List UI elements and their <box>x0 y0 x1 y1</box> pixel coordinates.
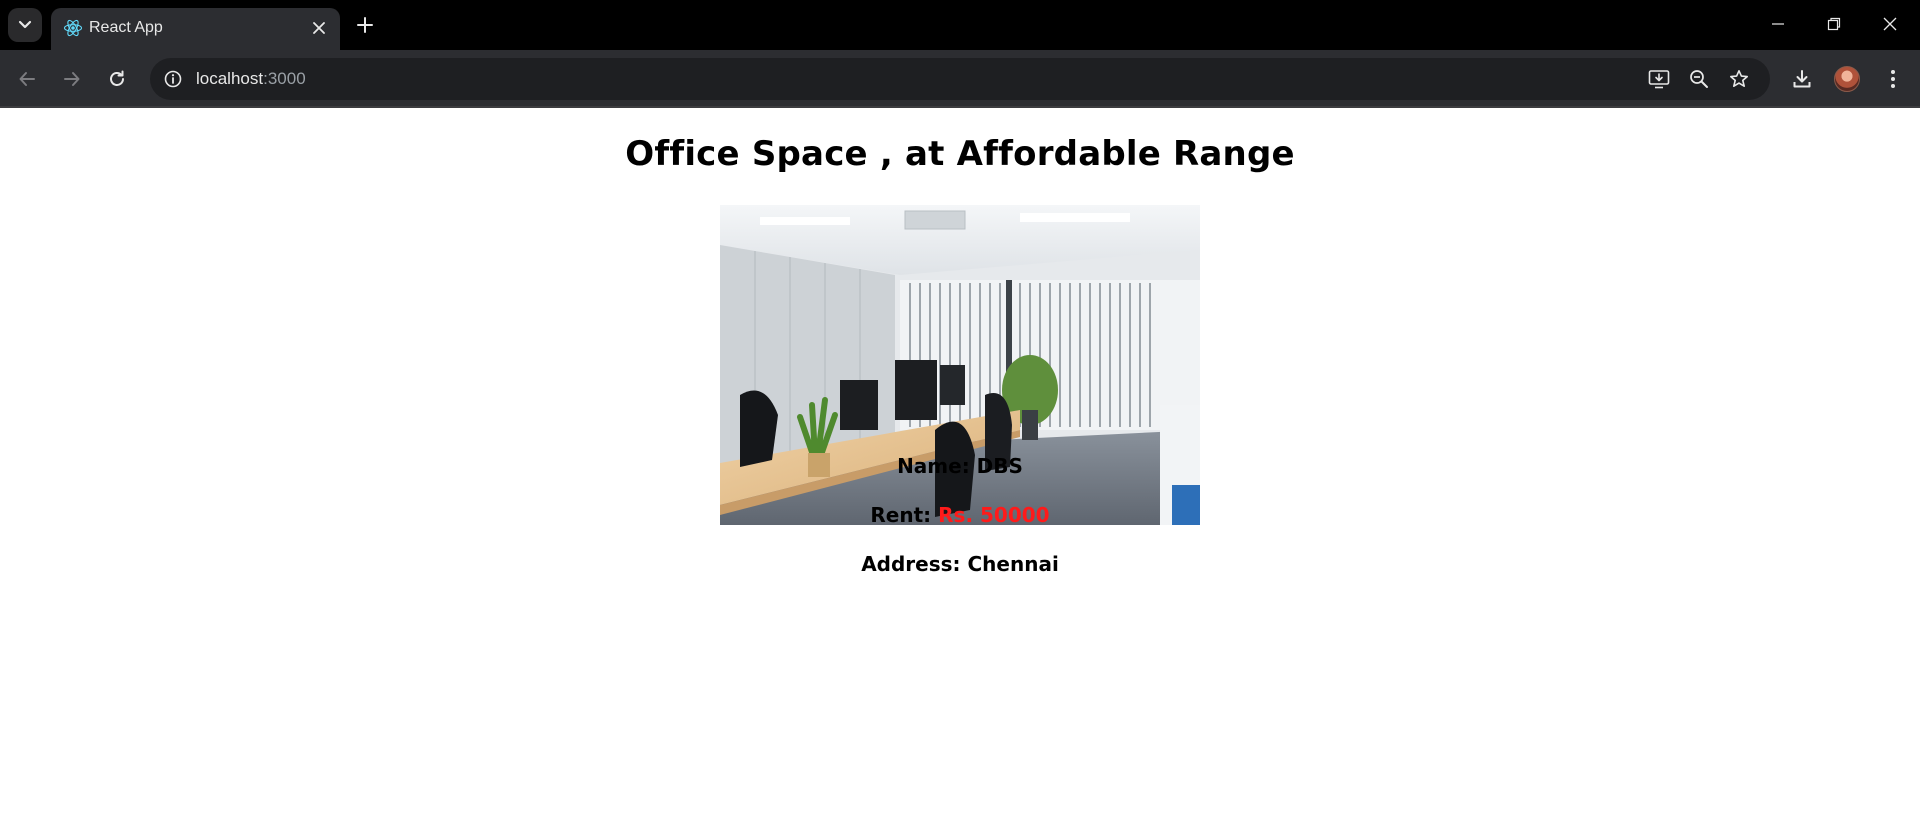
menu-button[interactable] <box>1876 62 1910 96</box>
office-name: Name: DBS <box>0 454 1920 478</box>
address-bar[interactable]: localhost:3000 <box>150 58 1770 100</box>
address-value: Chennai <box>967 552 1059 576</box>
zoom-button[interactable] <box>1686 66 1712 92</box>
more-vert-icon <box>1891 70 1895 88</box>
site-info-button[interactable] <box>160 66 186 92</box>
minimize-button[interactable] <box>1750 0 1806 48</box>
url-host: localhost <box>196 69 264 88</box>
arrow-left-icon <box>19 72 35 86</box>
zoom-out-icon <box>1690 70 1708 88</box>
tab-search-button[interactable] <box>8 8 42 42</box>
plus-icon <box>357 17 373 33</box>
close-icon <box>313 22 325 34</box>
back-button[interactable] <box>10 62 44 96</box>
chevron-down-icon <box>18 20 32 29</box>
install-app-button[interactable] <box>1646 66 1672 92</box>
tab-close-button[interactable] <box>310 19 328 37</box>
address-label: Address: <box>861 552 968 576</box>
reload-button[interactable] <box>100 62 134 96</box>
office-address: Address: Chennai <box>0 552 1920 576</box>
reload-icon <box>110 70 124 86</box>
name-value: DBS <box>976 454 1023 478</box>
bookmark-button[interactable] <box>1726 66 1752 92</box>
profile-avatar[interactable] <box>1834 66 1860 92</box>
install-icon <box>1648 70 1670 89</box>
office-rent: Rent: Rs. 50000 <box>0 503 1920 527</box>
name-label: Name: <box>897 454 977 478</box>
info-icon <box>164 70 182 88</box>
url-text[interactable]: localhost:3000 <box>196 69 306 89</box>
new-tab-button[interactable] <box>353 13 377 37</box>
arrow-right-icon <box>64 72 80 86</box>
tab-title: React App <box>89 19 163 36</box>
tab-strip: React App <box>0 0 1920 50</box>
page-content: Office Space , at Affordable Range Name:… <box>0 110 1920 823</box>
restore-icon <box>1827 17 1841 31</box>
downloads-button[interactable] <box>1785 62 1819 96</box>
browser-tab-active[interactable]: React App <box>51 8 340 50</box>
download-icon <box>1793 70 1811 88</box>
minimize-icon <box>1772 23 1784 25</box>
forward-button[interactable] <box>55 62 89 96</box>
browser-toolbar: localhost:3000 <box>0 50 1920 108</box>
close-icon <box>1883 17 1897 31</box>
react-logo-icon <box>63 19 83 37</box>
close-window-button[interactable] <box>1862 0 1918 48</box>
rent-label: Rent: <box>870 503 939 527</box>
rent-value: Rs. 50000 <box>938 503 1050 527</box>
page-title: Office Space , at Affordable Range <box>625 134 1295 174</box>
star-icon <box>1730 70 1748 87</box>
restore-button[interactable] <box>1806 0 1862 48</box>
url-port: :3000 <box>263 69 306 88</box>
